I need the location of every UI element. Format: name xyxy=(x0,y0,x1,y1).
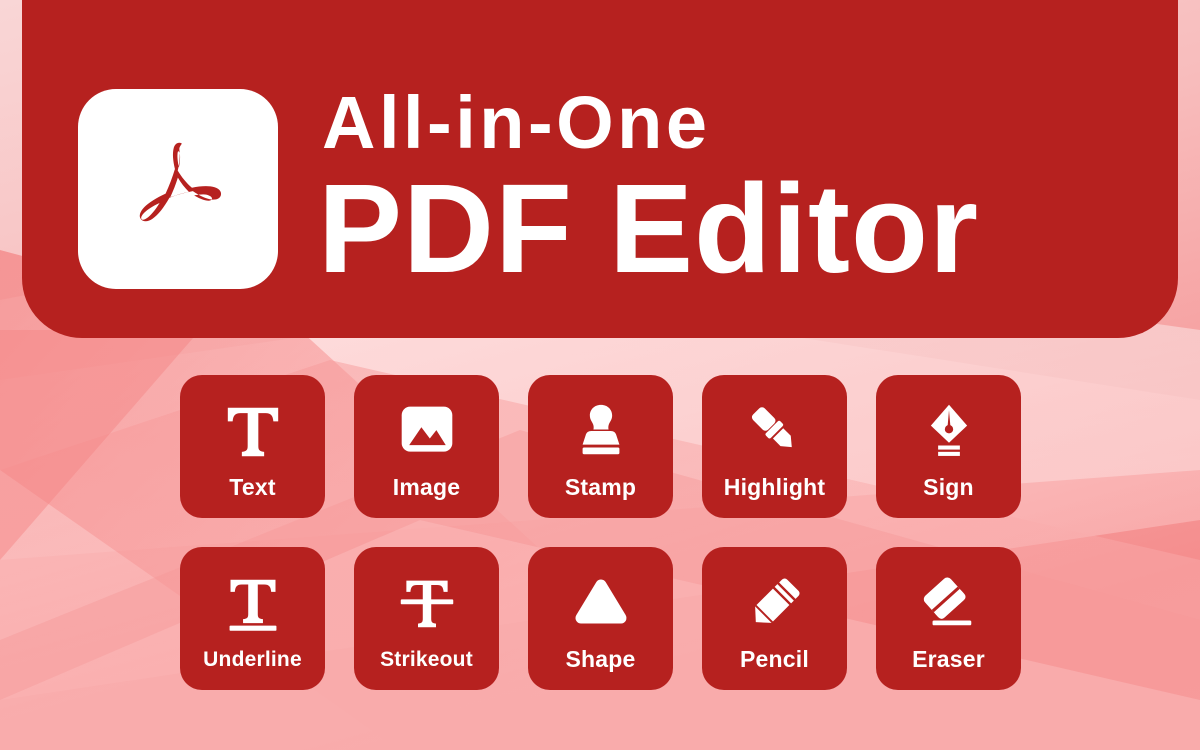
image-picture-icon xyxy=(397,396,457,466)
tool-tile-underline[interactable]: Underline xyxy=(180,547,325,690)
tool-tile-text[interactable]: Text xyxy=(180,375,325,518)
tool-tile-strikeout[interactable]: Strikeout xyxy=(354,547,499,690)
header-banner: All-in-One PDF Editor xyxy=(22,0,1178,338)
tool-label: Highlight xyxy=(723,474,826,500)
tool-label: Shape xyxy=(565,646,636,672)
tool-label: Sign xyxy=(923,474,974,500)
headline-block: All-in-One PDF Editor xyxy=(318,81,979,292)
tool-tile-shape[interactable]: Shape xyxy=(528,547,673,690)
tool-label: Pencil xyxy=(740,646,809,672)
tool-label: Stamp xyxy=(564,474,637,500)
eraser-icon xyxy=(918,568,980,638)
pencil-icon xyxy=(744,568,806,638)
tools-grid: Text Image Stamp Highlight Sign Underlin… xyxy=(180,375,1022,690)
tool-label: Eraser xyxy=(912,646,985,672)
tool-label: Image xyxy=(392,474,461,500)
tool-tile-eraser[interactable]: Eraser xyxy=(876,547,1021,690)
tool-label: Strikeout xyxy=(380,647,473,671)
adobe-acrobat-logo-icon xyxy=(114,125,242,253)
tool-label: Text xyxy=(229,474,276,500)
header-banner-content: All-in-One PDF Editor xyxy=(78,86,1178,292)
fountain-pen-nib-icon xyxy=(920,396,978,466)
underline-t-icon xyxy=(223,570,283,640)
tool-tile-highlight[interactable]: Highlight xyxy=(702,375,847,518)
tool-tile-stamp[interactable]: Stamp xyxy=(528,375,673,518)
strikethrough-t-icon xyxy=(397,570,457,640)
tool-tile-sign[interactable]: Sign xyxy=(876,375,1021,518)
headline-main-line: PDF Editor xyxy=(318,158,979,299)
text-serif-t-icon xyxy=(222,396,284,466)
stamp-icon xyxy=(570,396,632,466)
triangle-shape-icon xyxy=(569,568,633,638)
headline-top-line: All-in-One xyxy=(322,81,711,164)
highlighter-marker-icon xyxy=(744,396,806,466)
tool-tile-pencil[interactable]: Pencil xyxy=(702,547,847,690)
tool-tile-image[interactable]: Image xyxy=(354,375,499,518)
tool-label: Underline xyxy=(203,647,302,671)
app-logo-tile xyxy=(78,89,278,289)
